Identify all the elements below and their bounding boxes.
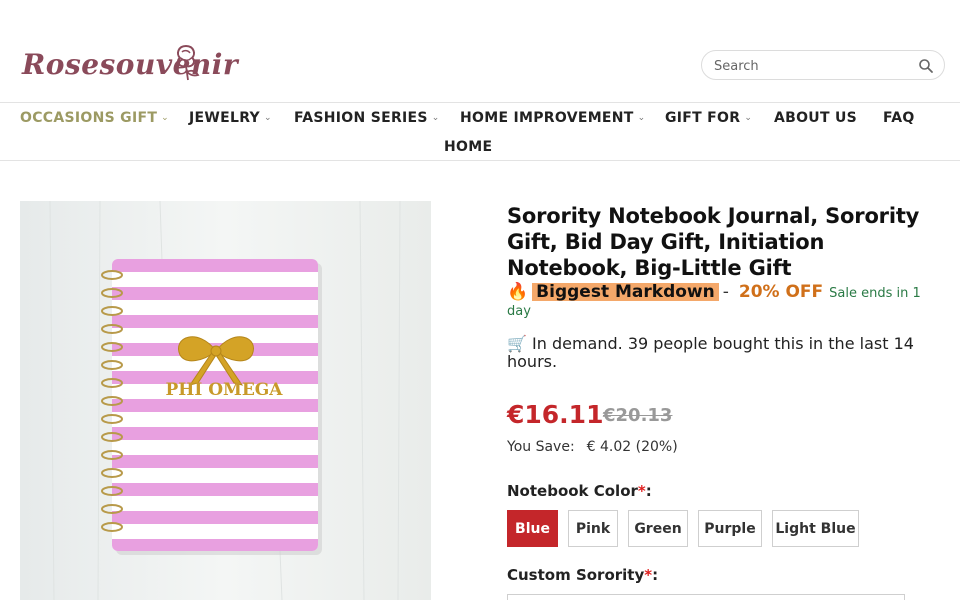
notebook-color-label: Notebook Color*: <box>507 482 652 500</box>
label-colon: : <box>645 482 652 500</box>
product-image-text: PHI OMEGA <box>165 380 283 400</box>
you-save-amount: € 4.02 (20%) <box>586 439 678 455</box>
chevron-down-icon: ⌄ <box>744 113 753 123</box>
nav-item-faq[interactable]: FAQ <box>883 110 915 126</box>
color-option-purple[interactable]: Purple <box>698 510 762 547</box>
you-save-label: You Save: <box>507 439 575 455</box>
nav-item-fashion-series[interactable]: FASHION SERIES ⌄ <box>294 110 440 126</box>
nav-item-label: HOME <box>444 139 493 155</box>
chevron-down-icon: ⌄ <box>637 113 646 123</box>
required-mark: * <box>637 482 646 500</box>
nav-item-label: JEWELRY <box>189 110 260 126</box>
nav-item-label: FASHION SERIES <box>294 110 428 126</box>
color-option-label: Blue <box>515 520 550 537</box>
nav-item-gift-for[interactable]: GIFT FOR ⌄ <box>665 110 752 126</box>
color-option-label: Pink <box>575 520 611 537</box>
brand-logo[interactable]: Rosesouvenir <box>22 42 238 86</box>
custom-sorority-label-text: Custom Sorority <box>507 566 645 584</box>
search-icon[interactable] <box>918 58 934 74</box>
required-mark: * <box>644 566 653 584</box>
color-option-label: Light Blue <box>775 520 856 537</box>
nav-item-label: FAQ <box>883 110 915 126</box>
fire-icon: 🔥 <box>507 282 529 302</box>
notebook-color-label-text: Notebook Color <box>507 482 638 500</box>
site-header: Rosesouvenir <box>0 0 960 103</box>
label-colon: : <box>652 566 659 584</box>
you-save: You Save: € 4.02 (20%) <box>507 439 678 455</box>
demand-text: In demand. 39 people bought this in the … <box>507 334 914 371</box>
brand-logo-text: Rosesouvenir <box>22 48 239 81</box>
cart-icon: 🛒 <box>507 334 527 353</box>
color-option-pink[interactable]: Pink <box>568 510 618 547</box>
main-nav: OCCASIONS GIFT ⌄ JEWELRY ⌄ FASHION SERIES ⌄… <box>0 102 960 161</box>
promo-line: 🔥 Biggest Markdown -20% OFF Sale ends in 1 … <box>507 283 947 321</box>
promo-dash: - <box>722 282 729 302</box>
rose-icon <box>177 44 200 81</box>
markdown-badge: Biggest Markdown <box>532 283 719 301</box>
nav-item-label: GIFT FOR <box>665 110 741 126</box>
discount-text: 20% OFF <box>738 282 824 302</box>
nav-item-jewelry[interactable]: JEWELRY ⌄ <box>189 110 272 126</box>
original-price: €20.13 <box>603 405 673 426</box>
nav-item-label: HOME IMPROVEMENT <box>460 110 634 126</box>
search-input[interactable] <box>714 56 914 76</box>
color-option-light-blue[interactable]: Light Blue <box>772 510 859 547</box>
nav-item-about-us[interactable]: ABOUT US <box>774 110 857 126</box>
custom-sorority-input[interactable] <box>507 594 905 600</box>
product-image[interactable]: PHI OMEGA <box>20 201 431 600</box>
product-photo: PHI OMEGA <box>20 201 431 600</box>
chevron-down-icon: ⌄ <box>263 113 272 123</box>
current-price: €16.11 <box>507 400 604 429</box>
color-option-green[interactable]: Green <box>628 510 688 547</box>
nav-item-label: ABOUT US <box>774 110 858 126</box>
color-option-label: Purple <box>704 520 756 537</box>
chevron-down-icon: ⌄ <box>161 113 170 123</box>
nav-item-occasions-gift[interactable]: OCCASIONS GIFT ⌄ <box>20 110 169 126</box>
color-option-label: Green <box>634 520 682 537</box>
nav-item-home[interactable]: HOME <box>444 139 492 155</box>
product-title: Sorority Notebook Journal, Sorority Gift… <box>507 204 920 280</box>
custom-sorority-label: Custom Sorority*: <box>507 566 658 584</box>
search-box <box>701 50 945 80</box>
nav-item-label: OCCASIONS GIFT <box>20 110 158 126</box>
chevron-down-icon: ⌄ <box>431 113 440 123</box>
nav-item-home-improvement[interactable]: HOME IMPROVEMENT ⌄ <box>460 110 646 126</box>
color-option-blue[interactable]: Blue <box>507 510 558 547</box>
demand-notice: 🛒 In demand. 39 people bought this in th… <box>507 335 947 371</box>
